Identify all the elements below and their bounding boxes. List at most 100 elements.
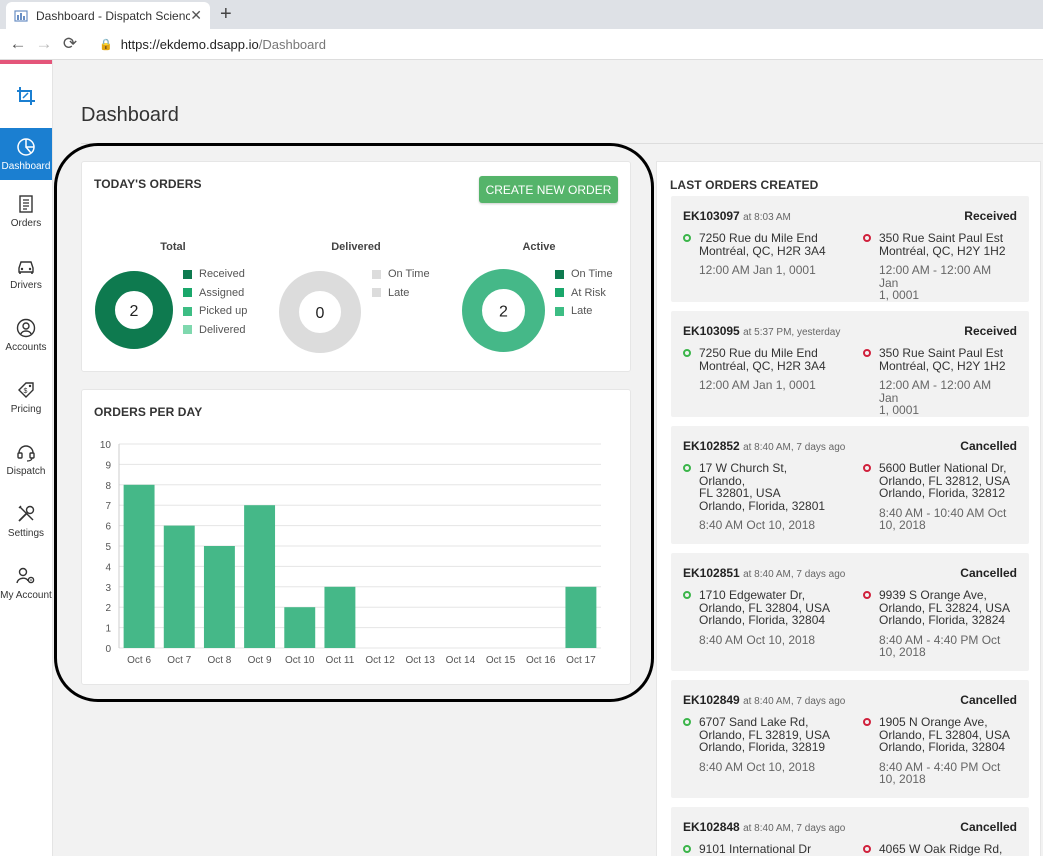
app-logo[interactable] bbox=[0, 64, 52, 128]
sidebar-item-settings[interactable]: Settings bbox=[0, 490, 52, 552]
dropoff-address: 350 Rue Saint Paul Est Montréal, QC, H2Y … bbox=[863, 347, 1013, 372]
order-time: at 8:40 AM, 7 days ago bbox=[743, 823, 846, 834]
pickup-marker-icon bbox=[683, 718, 691, 726]
address-line: Montréal, QC, H2Y 1H2 bbox=[879, 358, 1006, 373]
sidebar-item-dashboard[interactable]: Dashboard bbox=[0, 128, 52, 180]
order-time: at 8:40 AM, 7 days ago bbox=[743, 569, 846, 580]
reload-icon[interactable]: ⟳ bbox=[57, 34, 83, 54]
car-icon bbox=[18, 261, 34, 274]
user-gear-icon bbox=[16, 567, 35, 584]
dropoff-address: 5600 Butler National Dr, Orlando, FL 3281… bbox=[863, 462, 1013, 500]
order-status: Cancelled bbox=[960, 566, 1017, 580]
address-line: Montréal, QC, H2R 3A4 bbox=[699, 358, 826, 373]
pie-chart-icon bbox=[17, 138, 35, 156]
pickup-address: 7250 Rue du Mile End Montréal, QC, H2R 3A… bbox=[683, 232, 833, 257]
pickup-marker-icon bbox=[683, 464, 691, 472]
sidebar-item-accounts[interactable]: Accounts bbox=[0, 304, 52, 366]
url-field[interactable]: 🔒 https://ekdemo.dsapp.io/Dashboard bbox=[99, 37, 326, 52]
sidebar-item-dispatch[interactable]: Dispatch bbox=[0, 428, 52, 490]
address-line: Orlando, Florida, 32824 bbox=[879, 613, 1006, 627]
address-line: 5600 Butler National Dr, bbox=[879, 461, 1007, 475]
order-id: EK102851 bbox=[683, 566, 740, 580]
pickup-address: 7250 Rue du Mile End Montréal, QC, H2R 3A… bbox=[683, 347, 833, 372]
order-card[interactable]: EK103097 at 8:03 AM Received 7250 Rue du M… bbox=[671, 196, 1029, 302]
pickup-column: 6707 Sand Lake Rd, Orlando, FL 32819, USA… bbox=[683, 716, 833, 773]
headset-icon bbox=[17, 445, 35, 462]
address-line: 4065 W Oak Ridge Rd, bbox=[879, 842, 1003, 856]
address-line: 7250 Rue du Mile End bbox=[699, 346, 818, 360]
pickup-time-window: 8:40 AM Oct 10, 2018 bbox=[683, 760, 833, 774]
time-line: 12:00 AM - 12:00 AM Jan bbox=[879, 263, 992, 290]
order-status: Cancelled bbox=[960, 439, 1017, 453]
highlight-annotation bbox=[54, 143, 654, 702]
order-card[interactable]: EK102852 at 8:40 AM, 7 days ago Cancelled… bbox=[671, 426, 1029, 544]
tab-title: Dashboard - Dispatch Science bbox=[36, 8, 191, 23]
close-tab-icon[interactable]: ✕ bbox=[190, 7, 202, 24]
order-status: Cancelled bbox=[960, 820, 1017, 834]
dropoff-address: 350 Rue Saint Paul Est Montréal, QC, H2Y … bbox=[863, 232, 1013, 257]
pickup-time-window: 8:40 AM Oct 10, 2018 bbox=[683, 519, 833, 532]
pickup-column: 7250 Rue du Mile End Montréal, QC, H2R 3A… bbox=[683, 232, 833, 277]
address-line: Orlando, Florida, 32804 bbox=[879, 740, 1006, 754]
order-id: EK103097 bbox=[683, 209, 740, 223]
dropoff-marker-icon bbox=[863, 591, 871, 599]
sidebar-item-label: My Account bbox=[0, 590, 52, 601]
address-line: Orlando, Florida, 32801 bbox=[699, 498, 826, 513]
pickup-time-window: 12:00 AM Jan 1, 0001 bbox=[683, 264, 833, 277]
sidebar-item-label: Orders bbox=[10, 218, 42, 229]
page-favicon-icon bbox=[14, 9, 28, 23]
sidebar-item-label: Accounts bbox=[5, 342, 47, 353]
time-line: 12:00 AM Jan 1, 0001 bbox=[699, 263, 816, 277]
pickup-marker-icon bbox=[683, 234, 691, 242]
address-line: 350 Rue Saint Paul Est bbox=[879, 346, 1004, 360]
url-path: /Dashboard bbox=[258, 36, 326, 52]
sidebar-item-label: Pricing bbox=[10, 404, 42, 415]
order-card[interactable]: EK103095 at 5:37 PM, yesterday Received 72… bbox=[671, 311, 1029, 417]
address-line: FL 32801, USA bbox=[699, 486, 781, 500]
sidebar: Dashboard Orders Drivers Accounts $ Pric… bbox=[0, 60, 53, 856]
order-id: EK102848 bbox=[683, 820, 740, 834]
order-header: EK102848 at 8:40 AM, 7 days ago bbox=[683, 820, 845, 834]
address-line: Orlando, Florida, 32812 bbox=[879, 486, 1006, 500]
time-line: 10, 2018 bbox=[879, 772, 926, 786]
sidebar-item-drivers[interactable]: Drivers bbox=[0, 242, 52, 304]
order-card[interactable]: EK102849 at 8:40 AM, 7 days ago Cancelled… bbox=[671, 680, 1029, 798]
dropoff-address: 1905 N Orange Ave, Orlando, FL 32804, USA… bbox=[863, 716, 1013, 754]
dropoff-column: 9939 S Orange Ave, Orlando, FL 32824, USA… bbox=[863, 589, 1013, 659]
sidebar-item-pricing[interactable]: $ Pricing bbox=[0, 366, 52, 428]
sidebar-item-label: Dashboard bbox=[1, 161, 51, 172]
time-line: 8:40 AM Oct 10, 2018 bbox=[699, 518, 816, 532]
address-line: 17 W Church St, Orlando, bbox=[699, 461, 788, 488]
forward-arrow-icon[interactable]: → bbox=[31, 34, 57, 54]
address-line: 350 Rue Saint Paul Est bbox=[879, 231, 1004, 245]
tools-icon bbox=[18, 505, 35, 522]
order-card[interactable]: EK102848 at 8:40 AM, 7 days ago Cancelled… bbox=[671, 807, 1029, 856]
order-id: EK102852 bbox=[683, 439, 740, 453]
sidebar-item-label: Dispatch bbox=[6, 466, 46, 477]
dropoff-time-window: 8:40 AM - 4:40 PM Oct 10, 2018 bbox=[863, 633, 1013, 659]
order-id: EK103095 bbox=[683, 324, 740, 338]
order-header: EK102852 at 8:40 AM, 7 days ago bbox=[683, 439, 845, 453]
dropoff-marker-icon bbox=[863, 349, 871, 357]
order-time: at 5:37 PM, yesterday bbox=[743, 327, 841, 338]
order-header: EK102851 at 8:40 AM, 7 days ago bbox=[683, 566, 845, 580]
new-tab-icon[interactable]: + bbox=[220, 3, 232, 25]
order-status: Received bbox=[964, 209, 1017, 223]
order-id: EK102849 bbox=[683, 693, 740, 707]
pickup-column: 9101 International Dr bbox=[683, 843, 833, 856]
dropoff-column: 5600 Butler National Dr, Orlando, FL 3281… bbox=[863, 462, 1013, 532]
sidebar-item-label: Drivers bbox=[10, 280, 42, 291]
url-host: https://ekdemo.dsapp.io bbox=[120, 36, 259, 52]
last-orders-title: LAST ORDERS CREATED bbox=[670, 178, 819, 192]
time-line: 1, 0001 bbox=[879, 288, 920, 302]
browser-tab[interactable]: Dashboard - Dispatch Science ✕ bbox=[6, 2, 210, 29]
sidebar-item-my-account[interactable]: My Account bbox=[0, 552, 52, 614]
pickup-address: 6707 Sand Lake Rd, Orlando, FL 32819, USA… bbox=[683, 716, 833, 754]
back-arrow-icon[interactable]: ← bbox=[5, 34, 31, 54]
dropoff-marker-icon bbox=[863, 845, 871, 853]
dropoff-time-window: 8:40 AM - 4:40 PM Oct 10, 2018 bbox=[863, 760, 1013, 786]
sidebar-item-orders[interactable]: Orders bbox=[0, 180, 52, 242]
order-time: at 8:40 AM, 7 days ago bbox=[743, 442, 846, 453]
order-header: EK103097 at 8:03 AM bbox=[683, 209, 791, 223]
order-card[interactable]: EK102851 at 8:40 AM, 7 days ago Cancelled… bbox=[671, 553, 1029, 671]
